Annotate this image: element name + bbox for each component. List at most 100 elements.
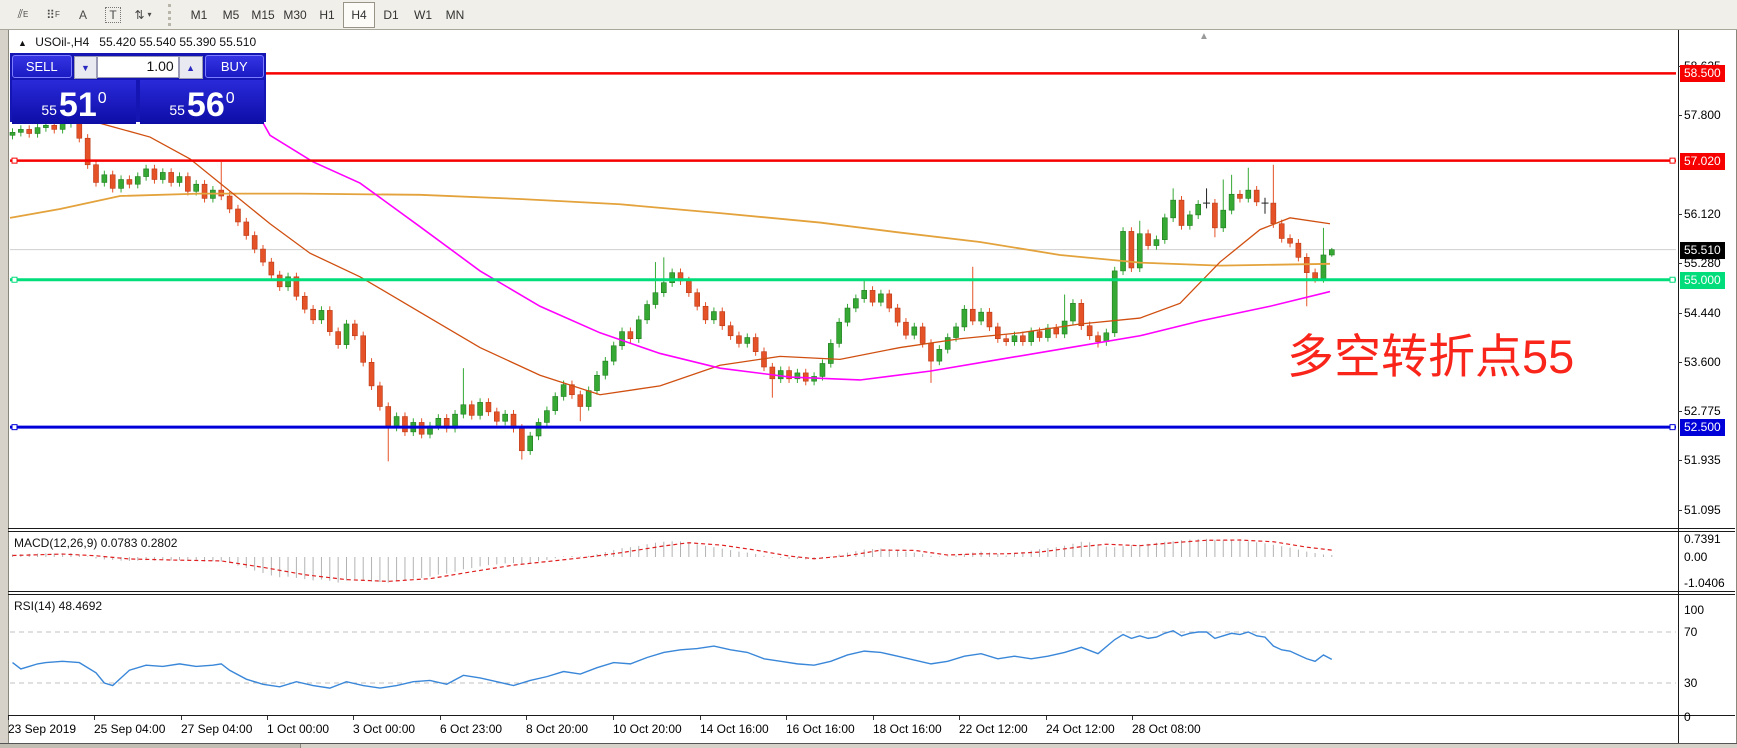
candle-body: [335, 331, 341, 345]
candle-body: [577, 394, 584, 407]
axis-price-badge: 58.500: [1680, 65, 1725, 83]
date-axis-label: 16 Oct 16:00: [786, 722, 855, 736]
candle-body: [644, 304, 650, 321]
rsi-line: [12, 629, 1333, 689]
candle-body: [594, 374, 600, 391]
candle-body: [126, 179, 133, 185]
candle-body: [627, 331, 634, 340]
candle-body: [435, 418, 442, 427]
date-axis-tick: [440, 716, 441, 720]
candle-body: [193, 183, 199, 192]
candle-body: [1153, 239, 1160, 246]
candle-body: [1011, 335, 1018, 342]
candle-body: [1287, 238, 1293, 244]
bid-main: 51: [58, 86, 97, 124]
candle-body: [986, 311, 993, 328]
trader-annotation[interactable]: 多空转折点55: [1287, 318, 1574, 387]
candle-body: [1086, 325, 1093, 337]
rsi-axis-label: 70: [1684, 625, 1698, 639]
candle-body: [1020, 335, 1026, 342]
candle-body: [844, 307, 851, 323]
candle-body: [1245, 189, 1252, 199]
candle-body: [944, 337, 951, 350]
candle-body: [393, 416, 400, 428]
volume-down-button[interactable]: ▼: [73, 56, 98, 79]
candle-body: [151, 168, 158, 180]
axis-price-label: 52.775: [1684, 403, 1721, 418]
candle-body: [961, 308, 968, 328]
date-axis-label: 8 Oct 20:00: [526, 722, 589, 736]
date-axis-tick: [353, 716, 354, 720]
scrollbar-thumb[interactable]: [0, 744, 301, 748]
candle-body: [752, 337, 759, 352]
bid-point: 0: [97, 90, 107, 107]
candle-body: [1036, 331, 1043, 338]
chart-shift-marker[interactable]: ▲: [1199, 31, 1209, 42]
candle-body: [1195, 203, 1201, 216]
candle-body: [836, 321, 842, 344]
volume-up-button[interactable]: ▲: [178, 56, 203, 79]
candle-body: [610, 345, 617, 362]
ask-handle: 55: [169, 102, 185, 118]
panel-separator: [8, 531, 1735, 532]
candle-body: [101, 174, 108, 183]
candle-body: [352, 323, 358, 337]
axis-tick: [1678, 263, 1682, 265]
candle-body: [493, 411, 500, 422]
candle-body: [1003, 338, 1009, 342]
candle-body: [243, 221, 250, 236]
candle-body: [711, 311, 717, 321]
candle-body: [1187, 214, 1193, 226]
candle-body: [928, 343, 934, 362]
axis-price-label: 54.440: [1684, 305, 1721, 320]
candle-body: [535, 422, 542, 437]
candle-body: [118, 179, 124, 189]
candle-body: [953, 326, 959, 338]
date-axis-label: 3 Oct 00:00: [353, 722, 416, 736]
collapse-icon[interactable]: ▲: [18, 38, 27, 48]
axis-price-label: 57.800: [1684, 107, 1721, 122]
line-handle: [11, 276, 18, 283]
date-axis-tick: [700, 716, 701, 720]
axis-tick: [1678, 510, 1682, 511]
date-axis-label: 28 Oct 08:00: [1132, 722, 1201, 736]
candle-body: [301, 295, 308, 310]
candle-body: [694, 292, 701, 307]
candle-body: [1120, 231, 1126, 272]
candle-body: [1178, 199, 1185, 226]
candle-body: [368, 361, 375, 387]
candle-body: [652, 292, 659, 305]
candle-body: [260, 248, 266, 263]
candle-body: [1228, 193, 1235, 211]
sell-button[interactable]: SELL: [12, 55, 72, 78]
date-axis-tick: [613, 716, 614, 720]
ask-main: 56: [186, 86, 225, 124]
candle-body: [1212, 202, 1218, 229]
candle-body: [585, 390, 592, 407]
ask-price[interactable]: 55 56 0: [140, 80, 264, 124]
candle-body: [1253, 189, 1260, 203]
panel-separator[interactable]: [8, 528, 1735, 529]
candle-body: [201, 183, 208, 199]
candle-body: [936, 349, 943, 362]
candle-body: [226, 195, 233, 210]
line-handle: [11, 157, 18, 164]
candle-body: [1078, 303, 1085, 327]
candle-body: [385, 406, 392, 428]
candle-body: [1312, 272, 1318, 279]
symbol-period: USOil-,H4: [35, 35, 90, 49]
candle-body: [109, 174, 116, 189]
candle-body: [519, 428, 525, 452]
volume-input[interactable]: 1.00: [97, 56, 179, 78]
axis-price-label: 56.120: [1684, 206, 1721, 221]
candle-body: [318, 310, 325, 321]
rsi-axis-label: 100: [1684, 603, 1705, 617]
candle-body: [736, 335, 742, 344]
panel-separator[interactable]: [8, 591, 1735, 592]
bid-price[interactable]: 55 51 0: [12, 80, 136, 124]
candle-body: [1320, 254, 1327, 279]
candle-body: [686, 280, 692, 294]
buy-button[interactable]: BUY: [204, 55, 265, 78]
line-handle: [1669, 424, 1676, 431]
candle-body: [460, 404, 467, 415]
